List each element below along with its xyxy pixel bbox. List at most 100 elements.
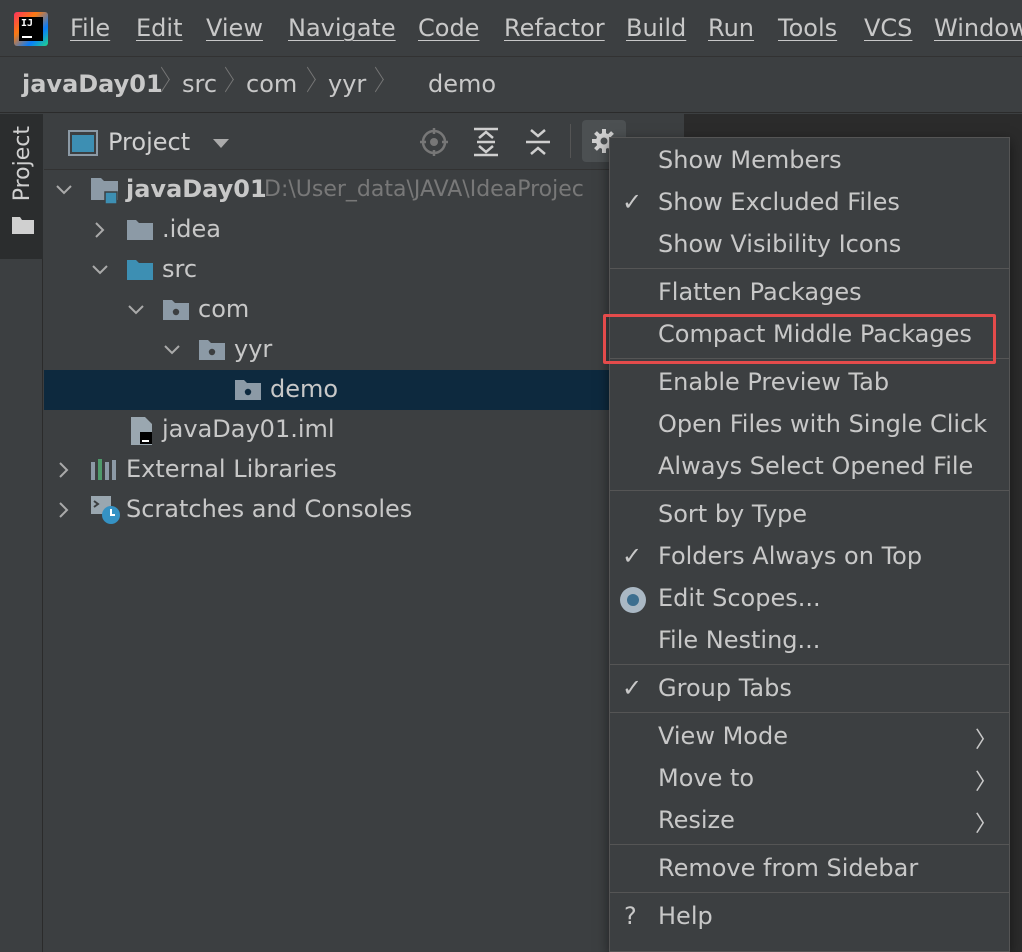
tree-row-com[interactable]: com [44,290,684,330]
menu-separator [610,664,1009,665]
tree-row-idea[interactable]: .idea [44,210,684,250]
menu-tools[interactable]: Tools [778,14,837,42]
menu-open-files-single-click[interactable]: Open Files with Single Click [610,404,1009,446]
menu-separator [610,490,1009,491]
project-panel-header: Project [44,114,684,170]
menu-navigate[interactable]: Navigate [288,14,396,42]
tree-row-scratches[interactable]: Scratches and Consoles [44,490,684,530]
breadcrumb: javaDay01 src com yyr demo [0,58,1022,153]
intellij-logo-icon: IJ [14,12,48,46]
folder-icon [12,217,34,234]
chevron-right-icon[interactable] [54,460,74,480]
tree-row-yyr[interactable]: yyr [44,330,684,370]
menu-build[interactable]: Build [626,14,686,42]
menu-help[interactable]: ? Help [610,896,1009,938]
menu-separator [610,268,1009,269]
menu-always-select-opened-file[interactable]: Always Select Opened File [610,446,1009,488]
menu-label: Folders Always on Top [658,542,923,570]
tree-row-root[interactable]: javaDay01 D:\User_data\JAVA\IdeaProjec [44,170,684,210]
check-icon: ✓ [622,542,643,570]
locate-icon[interactable] [418,126,450,158]
menu-label: View Mode [658,722,788,750]
menu-show-members[interactable]: Show Members [610,140,1009,182]
check-icon: ✓ [622,674,643,702]
chevron-right-icon[interactable] [54,500,74,520]
project-view-icon [68,130,98,156]
menu-label: Flatten Packages [658,278,862,306]
menu-label: Remove from Sidebar [658,854,919,882]
tree-row-src[interactable]: src [44,250,684,290]
chevron-right-icon[interactable] [90,220,110,240]
chevron-down-icon[interactable] [162,340,182,360]
menu-file[interactable]: File [70,14,110,42]
tree-row-iml[interactable]: javaDay01.iml [44,410,684,450]
menu-label: Group Tabs [658,674,792,702]
iml-file-icon [131,417,152,445]
menu-sort-by-type[interactable]: Sort by Type [610,494,1009,536]
menu-enable-preview-tab[interactable]: Enable Preview Tab [610,362,1009,404]
highlight-box [603,314,996,364]
tree-row-external-libraries[interactable]: External Libraries [44,450,684,490]
breadcrumb-src[interactable]: src [182,70,217,98]
breadcrumb-project[interactable]: javaDay01 [22,70,163,98]
menu-show-visibility-icons[interactable]: Show Visibility Icons [610,224,1009,266]
project-tab-label: Project [10,126,35,202]
menu-separator [610,712,1009,713]
menu-vcs[interactable]: VCS [864,14,912,42]
tree-label-demo: demo [270,375,339,403]
menu-label: Always Select Opened File [658,452,974,480]
tree-root-path: D:\User_data\JAVA\IdeaProjec [264,177,584,202]
menu-remove-from-sidebar[interactable]: Remove from Sidebar [610,848,1009,890]
tree-label-external-libraries: External Libraries [126,455,337,483]
project-tool-tab[interactable]: Project [0,114,43,259]
chevron-down-icon[interactable] [90,260,110,280]
menu-view[interactable]: View [206,14,263,42]
menu-folders-always-on-top[interactable]: ✓ Folders Always on Top [610,536,1009,578]
breadcrumb-separator [368,66,382,98]
module-folder-icon [91,178,118,205]
tree-row-demo[interactable]: demo [44,370,684,410]
tree-label-iml: javaDay01.iml [162,415,335,443]
breadcrumb-com[interactable]: com [246,70,297,98]
breadcrumb-demo[interactable]: demo [428,70,496,98]
menu-edit-scopes[interactable]: Edit Scopes... [610,578,1009,620]
scratches-icon [91,496,120,524]
folder-icon [127,220,153,240]
menu-show-excluded-files[interactable]: ✓ Show Excluded Files [610,182,1009,224]
menu-group-tabs[interactable]: ✓ Group Tabs [610,668,1009,710]
tree-label-com: com [198,295,250,323]
menu-run[interactable]: Run [708,14,754,42]
breadcrumb-separator [218,66,232,98]
collapse-all-icon[interactable] [522,126,554,158]
menu-label: Show Members [658,146,842,174]
tree-label-yyr: yyr [234,335,273,363]
dropdown-arrow-icon[interactable] [212,138,230,150]
chevron-down-icon[interactable] [54,180,74,200]
menu-label: Show Excluded Files [658,188,900,216]
menu-window[interactable]: Window [934,14,1022,42]
source-folder-icon [127,260,153,280]
chevron-right-icon: 〉 [974,812,997,837]
menu-label: Open Files with Single Click [658,410,988,438]
menu-flatten-packages[interactable]: Flatten Packages [610,272,1009,314]
menu-refactor[interactable]: Refactor [504,14,605,42]
menu-view-mode[interactable]: View Mode 〉 [610,716,1009,758]
menu-code[interactable]: Code [418,14,479,42]
panel-title[interactable]: Project [108,128,190,156]
menu-resize[interactable]: Resize 〉 [610,800,1009,842]
menu-file-nesting[interactable]: File Nesting... [610,620,1009,662]
menu-label: Edit Scopes... [658,584,821,612]
breadcrumb-yyr[interactable]: yyr [328,70,366,98]
project-panel: Project javaDay01 D:\User_data\JAVA\Idea… [44,114,684,952]
expand-all-icon[interactable] [470,126,502,158]
menu-edit[interactable]: Edit [136,14,182,42]
tree-label-idea: .idea [162,215,222,243]
left-tool-strip: Project [0,114,43,952]
check-icon: ✓ [622,188,643,216]
package-icon [163,300,189,320]
chevron-down-icon[interactable] [126,300,146,320]
menu-label: Enable Preview Tab [658,368,890,396]
tree-label-src: src [162,255,198,283]
tree-label-root: javaDay01 [126,175,267,203]
menu-move-to[interactable]: Move to 〉 [610,758,1009,800]
